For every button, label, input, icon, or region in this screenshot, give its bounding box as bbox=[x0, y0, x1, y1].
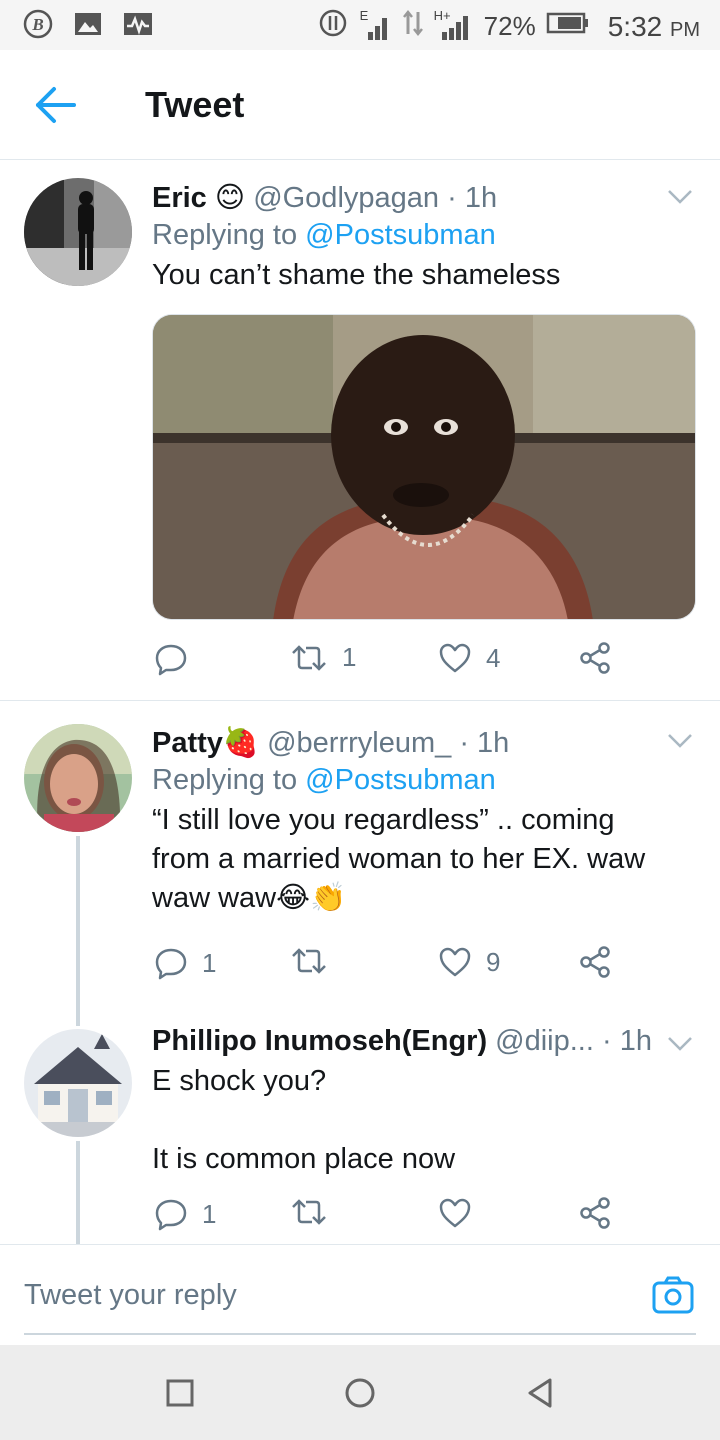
share-button[interactable] bbox=[578, 642, 612, 674]
home-circle-icon[interactable] bbox=[342, 1375, 378, 1411]
reply-button[interactable]: 1 bbox=[154, 1197, 216, 1231]
like-button[interactable] bbox=[438, 1197, 486, 1229]
retweet-button[interactable] bbox=[290, 1197, 342, 1227]
reply-icon bbox=[155, 948, 187, 980]
separator: · bbox=[602, 1025, 612, 1057]
tweet-image[interactable] bbox=[152, 314, 696, 620]
timestamp: 1h bbox=[619, 1025, 652, 1057]
data-arrows-icon bbox=[402, 8, 424, 45]
user-handle[interactable]: @Godlypagan bbox=[253, 182, 439, 214]
emoji: 😊 bbox=[214, 182, 246, 214]
camera-icon[interactable] bbox=[652, 1275, 694, 1315]
battery-percent: 72% bbox=[483, 11, 536, 41]
emoji: 🍓 bbox=[222, 727, 260, 759]
heart-icon bbox=[439, 1198, 471, 1228]
tweet-actions: 1 4 bbox=[152, 642, 696, 682]
data-saver-icon bbox=[318, 8, 348, 45]
tweet-actions: 1 bbox=[152, 1197, 696, 1237]
tweet-header: Eric 😊 @Godlypagan · 1h bbox=[152, 180, 696, 215]
b-circle-icon: B bbox=[22, 8, 54, 40]
tweet-text: You can’t shame the shameless bbox=[152, 259, 561, 291]
reply-count: 1 bbox=[202, 1198, 217, 1229]
like-count: 4 bbox=[486, 642, 501, 673]
retweet-icon bbox=[292, 644, 326, 671]
thread-line bbox=[76, 836, 80, 1026]
display-name[interactable]: Phillipo Inumoseh(Engr) bbox=[152, 1025, 487, 1057]
reply-icon bbox=[155, 644, 187, 676]
image-icon bbox=[72, 8, 104, 40]
tweet[interactable]: Patty🍓 @berrryleum_ · 1h Replying to @Po… bbox=[0, 700, 720, 1026]
thread-line bbox=[76, 1141, 80, 1244]
reply-input[interactable]: Tweet your reply bbox=[24, 1279, 237, 1312]
svg-text:B: B bbox=[31, 15, 43, 34]
tweet-actions: 1 9 bbox=[152, 946, 696, 986]
system-nav-bar bbox=[0, 1345, 720, 1440]
replying-to: Replying to @Postsubman bbox=[152, 764, 496, 796]
battery-icon bbox=[546, 11, 590, 42]
share-button[interactable] bbox=[578, 1197, 612, 1229]
chevron-down-icon[interactable] bbox=[666, 732, 694, 750]
share-icon bbox=[580, 1197, 610, 1229]
like-button[interactable]: 4 bbox=[438, 642, 500, 674]
display-name[interactable]: Eric bbox=[152, 182, 207, 214]
reply-composer: Tweet your reply bbox=[0, 1244, 720, 1344]
chevron-down-icon[interactable] bbox=[666, 1035, 694, 1053]
tweet-text: “I still love you regardless” .. coming … bbox=[152, 804, 646, 914]
timestamp: 1h bbox=[464, 182, 498, 214]
signal-icon-2: H+ bbox=[434, 8, 474, 42]
share-icon bbox=[580, 946, 610, 978]
retweet-icon bbox=[292, 948, 326, 974]
display-name[interactable]: Patty bbox=[152, 727, 223, 759]
reply-button[interactable]: 1 bbox=[154, 946, 216, 980]
replying-to: Replying to @Postsubman bbox=[152, 219, 496, 251]
chevron-down-icon[interactable] bbox=[666, 188, 694, 206]
back-triangle-icon[interactable] bbox=[522, 1375, 558, 1411]
tweet-text: E shock you? It is common place now bbox=[152, 1065, 456, 1175]
reply-count: 1 bbox=[202, 947, 217, 978]
reply-icon bbox=[155, 1199, 187, 1231]
share-button[interactable] bbox=[578, 946, 612, 978]
clock: 5:32 PM bbox=[607, 10, 700, 42]
tweet[interactable]: Phillipo Inumoseh(Engr) @diip... · 1h E … bbox=[0, 1005, 720, 1244]
input-underline bbox=[24, 1333, 696, 1335]
pulse-icon bbox=[122, 8, 154, 40]
status-bar: B E H+ 72% 5:32 PM bbox=[0, 0, 720, 50]
avatar[interactable] bbox=[24, 724, 132, 832]
recents-square-icon[interactable] bbox=[162, 1375, 198, 1411]
avatar[interactable] bbox=[24, 1029, 132, 1137]
page-title: Tweet bbox=[145, 84, 245, 125]
heart-icon bbox=[439, 947, 471, 977]
retweet-icon bbox=[292, 1199, 326, 1225]
separator: · bbox=[447, 182, 457, 214]
mention-link[interactable]: @Postsubman bbox=[305, 219, 496, 251]
like-button[interactable]: 9 bbox=[438, 946, 500, 978]
tweet-header: Patty🍓 @berrryleum_ · 1h bbox=[152, 726, 696, 760]
user-handle[interactable]: @berrryleum_ bbox=[267, 727, 451, 759]
avatar[interactable] bbox=[24, 178, 132, 286]
app-header: Tweet bbox=[0, 50, 720, 160]
separator: · bbox=[459, 727, 469, 759]
reply-button[interactable] bbox=[154, 642, 202, 676]
timestamp: 1h bbox=[477, 727, 510, 759]
back-arrow-icon[interactable] bbox=[30, 82, 80, 128]
tweet-header: Phillipo Inumoseh(Engr) @diip... · 1h bbox=[152, 1025, 696, 1058]
retweet-button[interactable] bbox=[290, 946, 342, 976]
signal-icon: E bbox=[358, 8, 392, 42]
like-count: 9 bbox=[486, 946, 501, 977]
user-handle[interactable]: @diip... bbox=[495, 1025, 594, 1057]
heart-icon bbox=[439, 643, 471, 673]
tweet[interactable]: Eric 😊 @Godlypagan · 1h Replying to @Pos… bbox=[0, 160, 720, 700]
retweet-count: 1 bbox=[342, 642, 357, 672]
mention-link[interactable]: @Postsubman bbox=[305, 764, 496, 796]
share-icon bbox=[580, 642, 610, 674]
retweet-button[interactable]: 1 bbox=[290, 642, 356, 673]
